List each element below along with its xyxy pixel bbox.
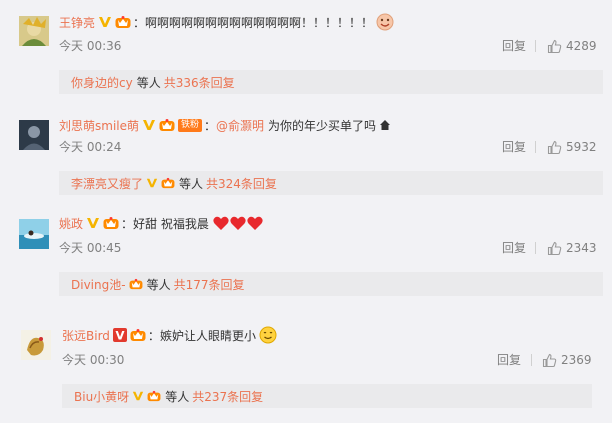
like-count: 4289 (566, 39, 597, 53)
avatar[interactable] (21, 330, 51, 360)
colon: ： (204, 118, 217, 133)
sub-reply-others: 等人 (146, 277, 171, 292)
sub-reply-user[interactable]: Biu小黄呀 (74, 388, 129, 405)
sub-reply-user[interactable]: 李漂亮又瘦了 (71, 175, 143, 192)
emoji-icon (259, 326, 277, 344)
hearts-emoji (213, 216, 264, 231)
sub-reply-others: 等人 (165, 389, 190, 404)
sub-reply-user[interactable]: 你身边的cy (71, 74, 133, 91)
comment-item: 王铮亮 ： 啊啊啊啊啊啊啊啊啊啊啊啊啊！！！！！！ 今天 00:36 回复 42… (0, 0, 612, 105)
sub-reply-user[interactable]: Diving池- (71, 276, 126, 293)
divider (531, 354, 532, 366)
sub-reply-count[interactable]: 共324条回复 (206, 175, 277, 192)
comment-time: 今天 00:30 (62, 353, 125, 367)
fan-badge[interactable]: 铁粉 (178, 118, 203, 132)
sub-reply-others: 等人 (136, 75, 161, 90)
avatar[interactable] (19, 219, 49, 249)
comment-time: 今天 00:36 (59, 39, 122, 53)
comment-text: 嫉妒让人眼睛更小 (159, 328, 256, 343)
divider (535, 40, 536, 52)
like-button[interactable]: 2343 (547, 239, 597, 257)
mention-link[interactable]: @俞灏明 (216, 117, 264, 134)
reply-button[interactable]: 回复 (497, 352, 521, 368)
username[interactable]: 张远Bird (62, 327, 110, 344)
colon: ： (133, 15, 146, 30)
verified-v-icon (146, 177, 158, 189)
comment-time: 今天 00:45 (59, 241, 122, 255)
colon: ： (121, 216, 134, 231)
thumbs-up-icon (547, 39, 562, 53)
like-count: 2369 (561, 353, 592, 367)
thumbs-up-icon (542, 353, 557, 367)
avatar[interactable] (19, 120, 49, 150)
sub-reply-count[interactable]: 共336条回复 (164, 74, 235, 91)
sub-replies-bar[interactable]: Biu小黄呀 等人 共237条回复 (62, 384, 592, 408)
verified-v-icon (86, 216, 100, 230)
like-button[interactable]: 4289 (547, 37, 597, 55)
comment-item: 张远Bird ： 嫉妒让人眼睛更小 今天 00:30 回复 2369 Biu小黄… (0, 305, 612, 423)
member-crown-icon (161, 177, 175, 189)
colon: ： (147, 328, 160, 343)
emoji-icon (376, 13, 394, 31)
username[interactable]: 王铮亮 (59, 14, 95, 31)
red-heart-icon (247, 216, 263, 230)
member-crown-icon (129, 278, 143, 290)
username[interactable]: 刘思萌smile萌 (59, 117, 139, 134)
reply-button[interactable]: 回复 (502, 139, 526, 155)
reply-button[interactable]: 回复 (502, 240, 526, 256)
red-heart-icon (230, 216, 246, 230)
comment-line: 姚政 ： 好甜 祝福我晨 (59, 214, 264, 232)
comment-line: 刘思萌smile萌 铁粉 ： @俞灏明 为你的年少买单了吗 (59, 116, 391, 134)
like-button[interactable]: 5932 (547, 138, 597, 156)
avatar[interactable] (19, 16, 49, 46)
member-crown-icon[interactable] (103, 216, 119, 230)
verified-v-icon (142, 118, 156, 132)
comment-item: 刘思萌smile萌 铁粉 ： @俞灏明 为你的年少买单了吗 今天 00:24 回… (0, 105, 612, 205)
house-icon (379, 119, 391, 131)
comment-item: 姚政 ： 好甜 祝福我晨 今天 00:45 回复 2343 Diving池- 等… (0, 205, 612, 305)
divider (535, 141, 536, 153)
verified-v-icon (112, 328, 127, 342)
sub-reply-others: 等人 (179, 176, 204, 191)
thumbs-up-icon (547, 241, 562, 255)
comment-text: 好甜 祝福我晨 (133, 216, 209, 231)
member-crown-icon (147, 390, 161, 402)
like-count: 2343 (566, 241, 597, 255)
sub-reply-count[interactable]: 共177条回复 (174, 276, 245, 293)
thumbs-up-icon (547, 140, 562, 154)
comment-text: 啊啊啊啊啊啊啊啊啊啊啊啊啊！！！！！！ (145, 15, 374, 30)
comment-time: 今天 00:24 (59, 140, 122, 154)
like-count: 5932 (566, 140, 597, 154)
comment-line: 张远Bird ： 嫉妒让人眼睛更小 (62, 326, 277, 344)
reply-button[interactable]: 回复 (502, 38, 526, 54)
like-button[interactable]: 2369 (542, 351, 592, 369)
comment-text: 为你的年少买单了吗 (268, 118, 377, 133)
member-crown-icon[interactable] (159, 118, 175, 132)
member-crown-icon[interactable] (115, 15, 131, 29)
red-heart-icon (213, 216, 229, 230)
member-crown-icon[interactable] (130, 328, 146, 342)
sub-replies-bar[interactable]: 李漂亮又瘦了 等人 共324条回复 (59, 171, 603, 195)
sub-replies-bar[interactable]: 你身边的cy 等人 共336条回复 (59, 70, 603, 94)
sub-reply-count[interactable]: 共237条回复 (192, 388, 263, 405)
sub-replies-bar[interactable]: Diving池- 等人 共177条回复 (59, 272, 603, 296)
verified-v-icon (132, 390, 144, 402)
verified-v-icon (98, 15, 112, 29)
divider (535, 242, 536, 254)
comment-line: 王铮亮 ： 啊啊啊啊啊啊啊啊啊啊啊啊啊！！！！！！ (59, 13, 394, 31)
username[interactable]: 姚政 (59, 215, 83, 232)
